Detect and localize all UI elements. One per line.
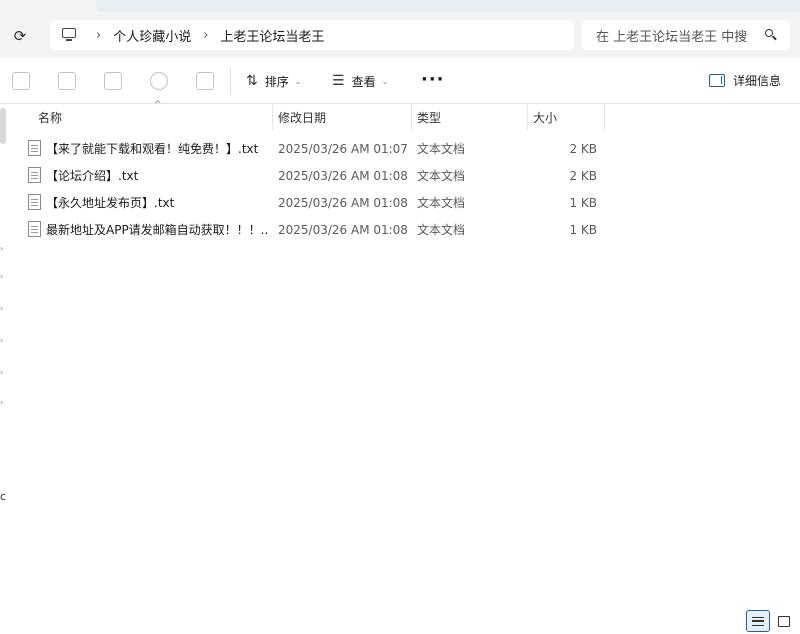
column-header: ^ 名称 修改日期 类型 大小 — [8, 100, 800, 130]
file-modified: 2025/03/26 AM 01:08 — [278, 222, 408, 237]
file-row[interactable]: 【永久地址发布页】.txt 2025/03/26 AM 01:08 文本文档 1… — [8, 189, 800, 216]
chevron-down-icon: ⌄ — [381, 76, 389, 86]
more-options-button[interactable]: ··· — [421, 71, 445, 89]
breadcrumb[interactable]: › 个人珍藏小说 › 上老王论坛当老王 — [50, 20, 574, 50]
file-size: 2 KB — [569, 168, 597, 183]
tiles-view-button[interactable] — [772, 610, 796, 632]
text-file-icon — [28, 221, 41, 237]
details-label: 详细信息 — [733, 74, 782, 88]
chevron-right-icon[interactable]: › — [96, 28, 101, 43]
address-bar: ⟳ › 个人珍藏小说 › 上老王论坛当老王 在 上老王论坛当老王 中搜 — [0, 14, 800, 58]
file-size: 1 KB — [569, 195, 597, 210]
search-placeholder: 在 上老王论坛当老王 中搜 — [596, 29, 748, 45]
chevron-right-icon[interactable]: › — [0, 368, 3, 377]
file-type: 文本文档 — [417, 196, 466, 210]
search-icon[interactable] — [764, 28, 778, 42]
toolbar-divider — [230, 68, 231, 94]
command-bar: ⇅ 排序 ⌄ ☰ 查看 ⌄ ··· 详细信息 — [0, 58, 800, 104]
sort-label: 排序 — [264, 74, 289, 89]
column-divider[interactable] — [411, 104, 412, 130]
file-type: 文本文档 — [417, 223, 466, 237]
view-label: 查看 — [351, 74, 376, 89]
file-name: 【来了就能下载和观看！纯免费！】.txt — [46, 142, 259, 156]
chevron-right-icon[interactable]: › — [203, 28, 208, 43]
chevron-right-icon[interactable]: › — [0, 272, 3, 281]
list-view-icon — [752, 616, 764, 626]
chevron-right-icon[interactable]: › — [0, 336, 3, 345]
view-icon: ☰ — [332, 73, 345, 89]
sort-button[interactable]: ⇅ 排序 ⌄ — [246, 71, 301, 91]
title-bar-strip — [0, 0, 800, 14]
nav-item-cut[interactable]: c — [0, 490, 6, 503]
file-type: 文本文档 — [417, 142, 466, 156]
file-modified: 2025/03/26 AM 01:08 — [278, 168, 408, 183]
navigation-pane-edge: › › › › › › c — [0, 104, 8, 634]
view-switcher — [746, 610, 798, 632]
file-name: 最新地址及APP请发邮箱自动获取！！！.... — [46, 223, 268, 237]
chevron-right-icon[interactable]: › — [0, 244, 3, 253]
delete-icon[interactable] — [196, 72, 214, 90]
column-divider[interactable] — [272, 104, 273, 130]
chevron-right-icon[interactable]: › — [0, 398, 3, 407]
text-file-icon — [28, 140, 41, 156]
nav-scrollbar[interactable] — [0, 108, 6, 144]
column-divider[interactable] — [527, 104, 528, 130]
refresh-icon[interactable]: ⟳ — [8, 24, 32, 48]
column-divider[interactable] — [604, 104, 605, 130]
file-size: 1 KB — [569, 222, 597, 237]
view-button[interactable]: ☰ 查看 ⌄ — [332, 71, 388, 91]
cut-icon[interactable] — [12, 72, 30, 90]
file-type: 文本文档 — [417, 169, 466, 183]
file-size: 2 KB — [569, 141, 597, 156]
column-modified[interactable]: 修改日期 — [278, 104, 326, 130]
file-modified: 2025/03/26 AM 01:08 — [278, 195, 408, 210]
tiles-view-icon — [778, 615, 790, 627]
file-row[interactable]: 最新地址及APP请发邮箱自动获取！！！.... 2025/03/26 AM 01… — [8, 216, 800, 243]
sort-icon: ⇅ — [246, 73, 258, 89]
text-file-icon — [28, 194, 41, 210]
breadcrumb-item-current[interactable]: 上老王论坛当老王 — [220, 26, 324, 45]
file-row[interactable]: 【论坛介绍】.txt 2025/03/26 AM 01:08 文本文档 2 KB — [8, 162, 800, 189]
copy-icon[interactable] — [58, 72, 76, 90]
sort-ascending-icon: ^ — [154, 100, 162, 110]
breadcrumb-item-collection[interactable]: 个人珍藏小说 — [113, 26, 191, 45]
chevron-down-icon: ⌄ — [294, 76, 302, 86]
column-name[interactable]: 名称 — [38, 104, 62, 130]
chevron-right-icon[interactable]: › — [0, 304, 3, 313]
text-file-icon — [28, 167, 41, 183]
column-size[interactable]: 大小 — [533, 104, 557, 130]
details-pane-icon — [709, 74, 725, 87]
share-icon[interactable] — [150, 72, 168, 90]
search-input[interactable]: 在 上老王论坛当老王 中搜 — [582, 20, 790, 50]
column-type[interactable]: 类型 — [417, 104, 441, 130]
details-view-button[interactable] — [746, 610, 770, 632]
this-pc-icon[interactable] — [60, 26, 78, 44]
file-name: 【永久地址发布页】.txt — [46, 196, 175, 210]
details-button[interactable]: 详细信息 — [709, 72, 781, 89]
file-name: 【论坛介绍】.txt — [46, 169, 139, 183]
file-modified: 2025/03/26 AM 01:07 — [278, 141, 408, 156]
file-row[interactable]: 【来了就能下载和观看！纯免费！】.txt 2025/03/26 AM 01:07… — [8, 135, 800, 162]
rename-icon[interactable] — [104, 72, 122, 90]
active-tab-edge — [96, 0, 800, 12]
